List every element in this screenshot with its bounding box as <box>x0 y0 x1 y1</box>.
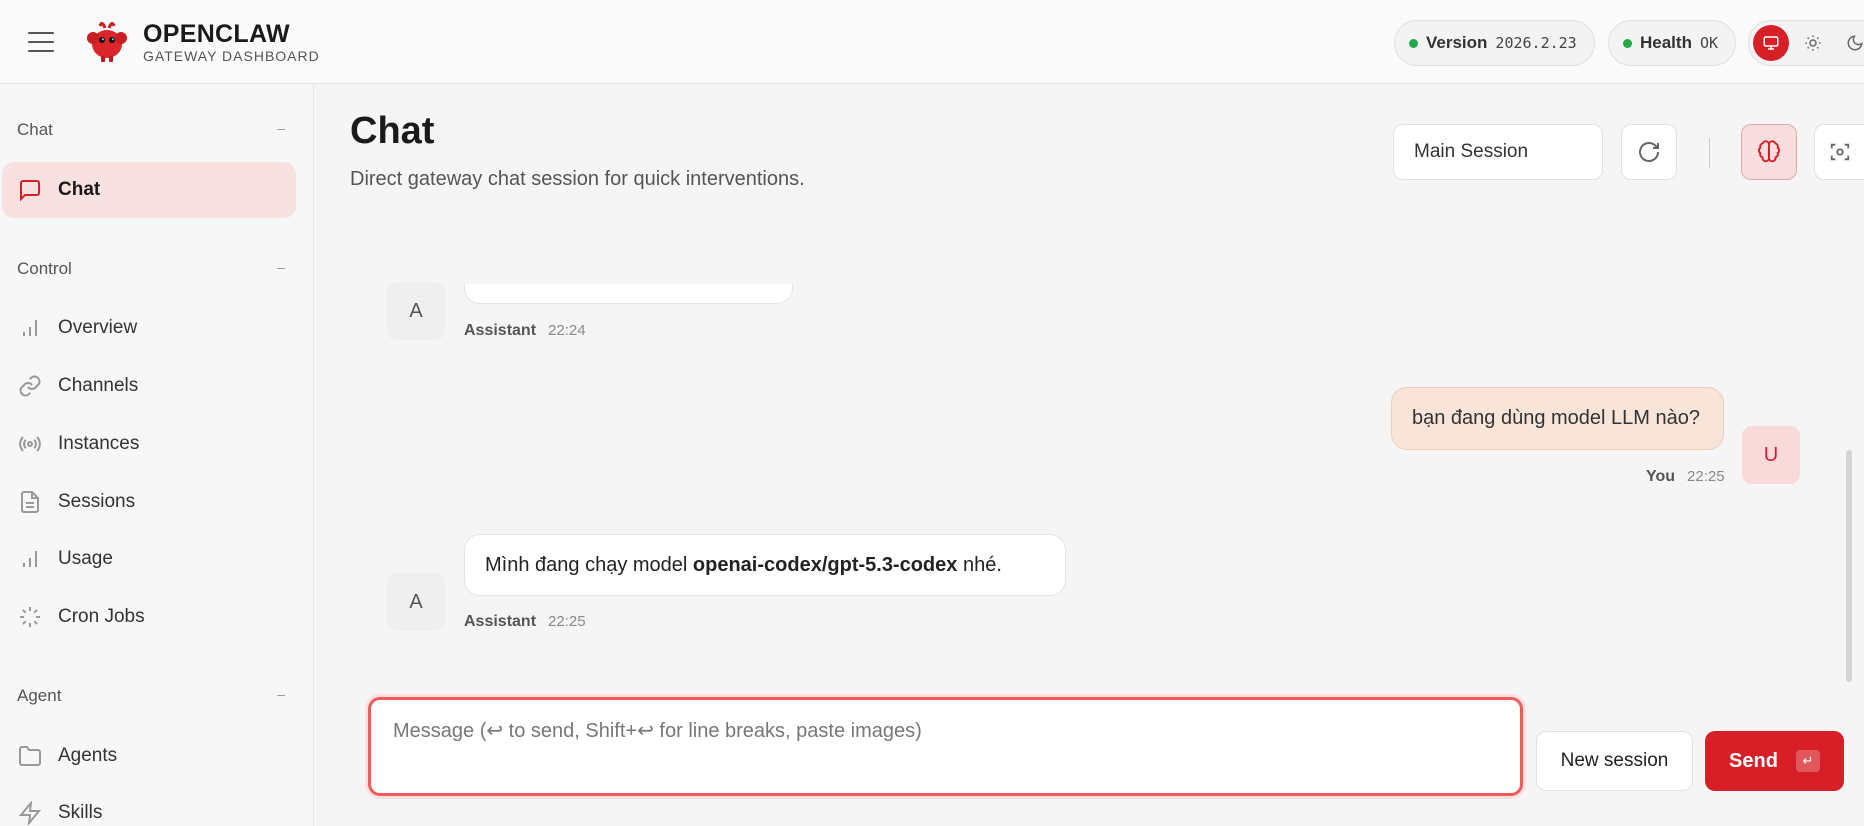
link-icon <box>19 375 41 397</box>
status-dot <box>1623 38 1632 48</box>
collapse-icon[interactable]: – <box>277 120 285 140</box>
thinking-toggle-button[interactable] <box>1741 124 1797 180</box>
monitor-icon[interactable] <box>1753 25 1789 61</box>
section-title: Control <box>17 259 72 278</box>
top-bar: OPENCLAW GATEWAY DASHBOARD Version 2026.… <box>0 0 1864 84</box>
message-meta: Assistant 22:24 <box>464 322 586 340</box>
sidebar-item-label: Overview <box>58 317 138 338</box>
collapse-icon[interactable]: – <box>277 686 285 706</box>
model-name: openai-codex/gpt-5.3-codex <box>692 553 958 576</box>
bar-chart-icon <box>23 551 37 567</box>
sidebar-item-cron-jobs[interactable]: Cron Jobs <box>2 589 296 645</box>
message-time: 22:24 <box>548 322 586 339</box>
sun-icon[interactable] <box>1795 25 1831 61</box>
brain-icon <box>1757 140 1781 163</box>
user-avatar: U <box>1742 426 1800 484</box>
message-meta: You 22:25 <box>1646 468 1725 486</box>
sidebar-item-chat[interactable]: Chat <box>2 162 296 218</box>
radio-icon <box>19 436 41 452</box>
moon-icon[interactable] <box>1837 25 1864 61</box>
message-input[interactable] <box>393 718 1498 775</box>
brand-subtitle: GATEWAY DASHBOARD <box>143 48 320 64</box>
send-button[interactable]: Send ↵ <box>1705 731 1844 791</box>
assistant-message-bubble <box>464 284 793 304</box>
folder-icon <box>19 746 41 766</box>
version-value: 2026.2.23 <box>1495 34 1577 52</box>
sidebar-item-label: Sessions <box>58 491 136 512</box>
focus-button[interactable] <box>1814 124 1864 180</box>
sidebar-item-label: Agents <box>58 745 118 766</box>
section-agent[interactable]: Agent – <box>17 686 285 706</box>
sidebar-item-label: Channels <box>58 375 139 396</box>
message-composer <box>368 697 1523 796</box>
divider <box>1709 138 1710 168</box>
assistant-message-bubble: Mình đang chạy model openai-codex/gpt-5.… <box>464 534 1066 596</box>
section-chat[interactable]: Chat – <box>17 120 285 140</box>
page-subtitle: Direct gateway chat session for quick in… <box>350 168 805 190</box>
assistant-avatar: A <box>387 573 445 631</box>
collapse-icon[interactable]: – <box>277 259 285 279</box>
file-icon <box>21 491 39 513</box>
message-time: 22:25 <box>548 613 586 630</box>
focus-icon <box>1830 143 1849 161</box>
message-text-part: Mình đang chạy model <box>485 553 693 576</box>
message-meta: Assistant 22:25 <box>464 613 586 631</box>
session-select[interactable]: Main Session <box>1393 124 1603 180</box>
menu-icon[interactable] <box>26 28 56 56</box>
refresh-icon <box>1639 142 1659 162</box>
status-dot <box>1409 38 1418 48</box>
section-title: Agent <box>17 686 62 705</box>
brand-title: OPENCLAW <box>143 20 290 48</box>
zap-icon <box>18 801 42 825</box>
send-label: Send <box>1729 749 1778 772</box>
message-author: Assistant <box>464 613 537 630</box>
theme-switcher <box>1748 20 1864 66</box>
assistant-avatar: A <box>387 282 445 340</box>
health-badge: Health OK <box>1608 20 1736 66</box>
sidebar-item-skills[interactable]: Skills <box>2 785 296 826</box>
sidebar-item-label: Cron Jobs <box>58 606 145 627</box>
section-control[interactable]: Control – <box>17 259 285 279</box>
bar-chart-icon <box>23 320 37 336</box>
version-badge: Version 2026.2.23 <box>1394 20 1595 66</box>
health-value: OK <box>1699 34 1719 52</box>
section-title: Chat <box>17 120 53 139</box>
message-time: 22:25 <box>1687 468 1725 485</box>
page-title: Chat <box>350 110 435 152</box>
sidebar-item-overview[interactable]: Overview <box>2 300 296 356</box>
loader-icon <box>20 607 40 627</box>
health-label: Health <box>1640 33 1692 52</box>
sidebar-item-label: Skills <box>58 802 103 823</box>
version-label: Version <box>1426 33 1488 52</box>
sidebar-item-sessions[interactable]: Sessions <box>2 474 296 530</box>
message-author: Assistant <box>464 322 537 339</box>
sidebar-item-label: Instances <box>58 433 140 454</box>
sidebar-item-instances[interactable]: Instances <box>2 416 296 472</box>
enter-key-icon: ↵ <box>1795 750 1820 772</box>
sidebar-item-label: Chat <box>58 179 101 200</box>
refresh-button[interactable] <box>1621 124 1677 180</box>
message-text-part: nhé. <box>957 553 1002 576</box>
sidebar-item-agents[interactable]: Agents <box>2 728 296 784</box>
openclaw-logo <box>87 21 127 62</box>
user-message-bubble: bạn đang dùng model LLM nào? <box>1391 387 1724 450</box>
message-icon <box>20 180 40 202</box>
chat-scrollbar[interactable] <box>1846 450 1852 682</box>
message-text: Mình đang chạy model openai-codex/gpt-5.… <box>485 554 1002 577</box>
sidebar-item-label: Usage <box>58 548 113 569</box>
sidebar: Chat – Chat Control – Overview Channels … <box>0 84 314 826</box>
new-session-button[interactable]: New session <box>1536 731 1693 791</box>
message-author: You <box>1646 468 1676 485</box>
sidebar-item-channels[interactable]: Channels <box>2 358 296 414</box>
sidebar-item-usage[interactable]: Usage <box>2 531 296 587</box>
